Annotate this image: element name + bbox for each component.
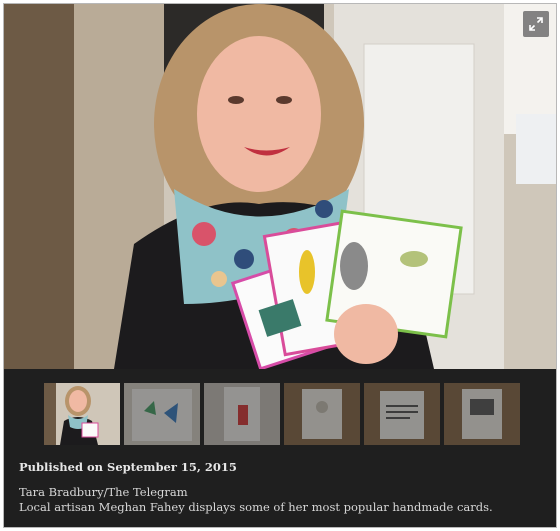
main-photo[interactable] [4, 4, 556, 369]
thumbnail-image [44, 383, 120, 445]
thumbnail-4[interactable] [284, 383, 360, 445]
thumbnail-image [284, 383, 360, 445]
photo-gallery: Published on September 15, 2015 Tara Bra… [3, 3, 557, 528]
thumbnail-image [444, 383, 520, 445]
expand-button[interactable] [523, 11, 549, 37]
photo-credit: Tara Bradbury/The Telegram [19, 485, 188, 499]
thumbnail-image [124, 383, 200, 445]
thumbnail-strip [4, 369, 556, 449]
thumbnail-image [204, 383, 280, 445]
thumbnail-3[interactable] [204, 383, 280, 445]
main-photo-image [4, 4, 556, 369]
thumbnail-2[interactable] [124, 383, 200, 445]
thumbnail-5[interactable] [364, 383, 440, 445]
thumbnail-1[interactable] [44, 383, 120, 445]
published-date: Published on September 15, 2015 [19, 460, 237, 474]
thumbnail-6[interactable] [444, 383, 520, 445]
photo-description: Local artisan Meghan Fahey displays some… [19, 500, 493, 514]
thumbnail-image [364, 383, 440, 445]
photo-caption: Published on September 15, 2015 Tara Bra… [4, 449, 556, 527]
expand-arrows-icon [529, 17, 543, 31]
